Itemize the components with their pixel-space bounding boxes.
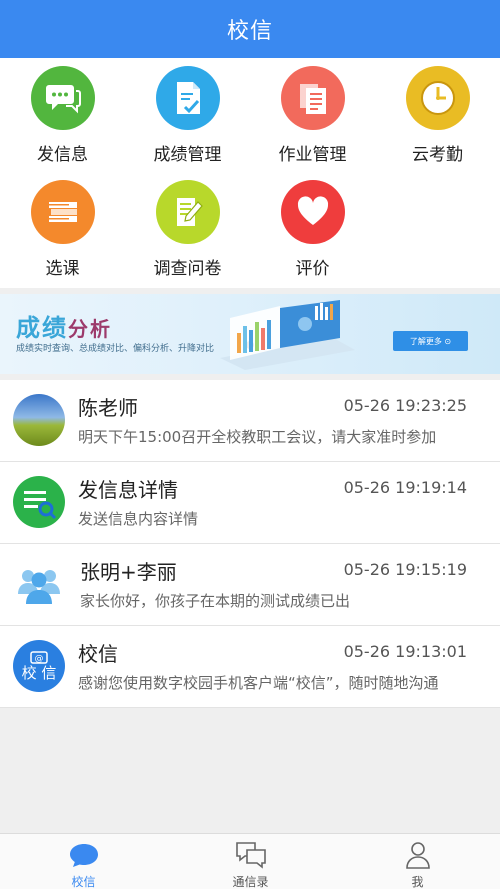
grid-item-homework-management[interactable]: 作业管理 [250,58,375,168]
grid-item-questionnaire[interactable]: 调查问卷 [125,172,250,282]
contacts-icon [234,840,268,870]
grid-item-attendance[interactable]: 云考勤 [375,58,500,168]
tab-contacts[interactable]: 通信录 [167,834,334,889]
banner-subtitle: 成绩实时查询、总成绩对比、偏科分析、升降对比 [16,344,215,354]
grid-label: 云考勤 [412,145,463,165]
document-check-icon [155,66,220,130]
group-icon [13,558,65,610]
landscape-avatar [13,394,65,446]
school-badge-icon: @ 校 信 [13,640,65,692]
documents-icon [280,66,345,130]
function-grid: 发信息 成绩管理 作业管理 云考勤 选课 调查问卷 评价 [0,58,500,288]
message-sender: 张明+李丽 [80,560,177,584]
grid-item-send-message[interactable]: 发信息 [0,58,125,168]
heart-icon [280,180,345,244]
message-row[interactable]: 陈老师 05-26 19:23:25 明天下午15:00召开全校教职工会议，请大… [0,380,500,462]
questionnaire-icon [155,180,220,244]
message-time: 05-26 19:15:19 [343,560,467,579]
message-sender: 陈老师 [78,396,138,420]
clock-icon [405,66,470,130]
grid-label: 作业管理 [278,145,347,165]
message-row[interactable]: 张明+李丽 05-26 19:15:19 家长你好，你孩子在本期的测试成绩已出 [0,544,500,626]
tab-label: 我 [411,875,424,889]
grid-item-evaluation[interactable]: 评价 [250,172,375,282]
grid-label: 成绩管理 [153,145,222,165]
books-icon [30,180,95,244]
message-preview: 明天下午15:00召开全校教职工会议，请大家准时参加 [78,428,437,446]
learn-more-button[interactable]: 了解更多 ⊙ [393,331,468,351]
message-preview: 发送信息内容详情 [78,510,199,528]
banner-title: 成绩分析 [16,314,112,342]
grid-label: 发信息 [37,145,88,165]
message-time: 05-26 19:13:01 [343,642,467,661]
message-sender: 校信 [78,642,118,666]
chart-illustration [220,300,355,370]
bottom-tab-bar: 校信 通信录 我 [0,833,500,889]
chat-bubble-icon [68,840,100,870]
badge-text: 校 信 [21,664,57,682]
grid-item-course-selection[interactable]: 选课 [0,172,125,282]
grid-label: 调查问卷 [153,259,222,279]
tab-label: 通信录 [232,875,269,889]
message-row[interactable]: 发信息详情 05-26 19:19:14 发送信息内容详情 [0,462,500,544]
tab-xiaoxin[interactable]: 校信 [0,834,167,889]
tab-me[interactable]: 我 [334,834,500,889]
message-preview: 感谢您使用数字校园手机客户端“校信”，随时随地沟通 [78,674,439,692]
page-title: 校信 [226,19,273,44]
message-row[interactable]: @ 校 信 校信 05-26 19:13:01 感谢您使用数字校园手机客户端“校… [0,626,500,708]
user-icon [404,840,432,870]
grid-label: 选课 [45,259,80,279]
message-time: 05-26 19:19:14 [343,478,467,497]
app-header: 校信 [0,0,500,58]
message-sender: 发信息详情 [78,478,178,502]
grid-item-score-management[interactable]: 成绩管理 [125,58,250,168]
grid-label: 评价 [295,259,330,279]
message-detail-icon [13,476,65,528]
tab-label: 校信 [71,875,96,889]
message-list: 陈老师 05-26 19:23:25 明天下午15:00召开全校教职工会议，请大… [0,380,500,708]
svg-text:@: @ [35,654,44,664]
message-time: 05-26 19:23:25 [343,396,467,415]
message-preview: 家长你好，你孩子在本期的测试成绩已出 [80,592,351,610]
chat-bubbles-icon [30,66,95,130]
score-analysis-banner[interactable]: 成绩分析 成绩实时查询、总成绩对比、偏科分析、升降对比 了解更多 ⊙ [0,294,500,374]
